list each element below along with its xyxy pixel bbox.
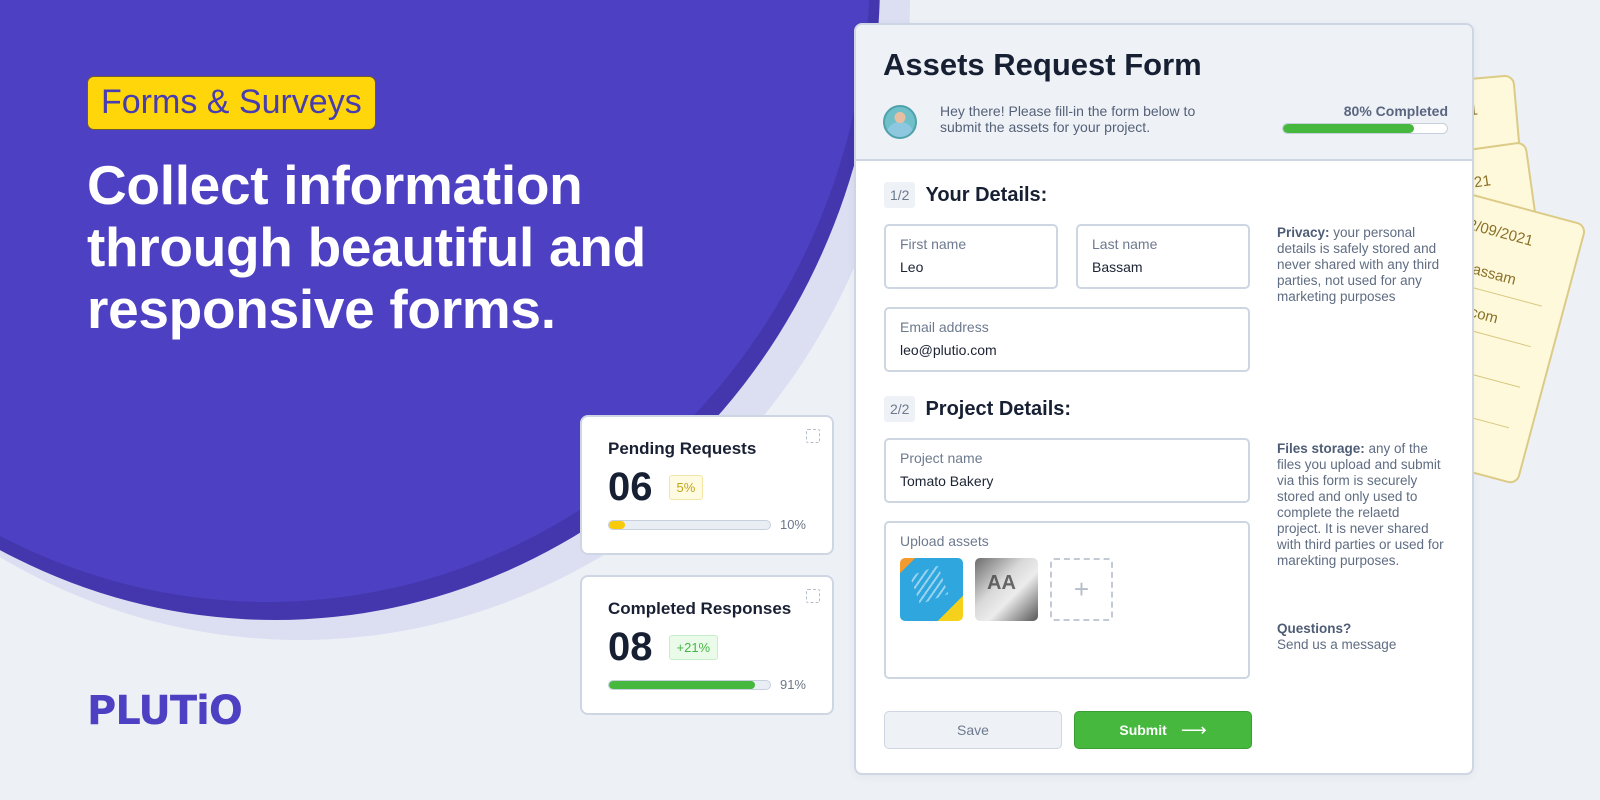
field-label: Last name <box>1092 236 1158 252</box>
submit-button[interactable]: Submit ⟶ <box>1074 711 1252 749</box>
project-name-input[interactable] <box>900 473 1234 489</box>
stat-progress-label: 10% <box>779 517 806 532</box>
note-heading: Questions? <box>1277 621 1352 636</box>
step-chip: 1/2 <box>884 182 916 208</box>
note-heading: Files storage: <box>1277 441 1365 456</box>
plus-icon: + <box>1073 574 1090 604</box>
asset-thumbnails: + <box>900 558 1234 621</box>
form-progress-bar <box>1282 123 1448 134</box>
stat-value: 08 <box>608 625 653 669</box>
field-label: Project name <box>900 450 983 466</box>
email-input[interactable] <box>900 342 1234 358</box>
category-badge: Forms & Surveys <box>87 76 376 130</box>
first-name-input[interactable] <box>900 259 1042 275</box>
expand-icon[interactable] <box>806 589 820 603</box>
hero: Forms & Surveys Collect information thro… <box>87 76 647 340</box>
add-asset-button[interactable]: + <box>1050 558 1113 621</box>
section-title: Your Details: <box>925 183 1048 206</box>
note-heading: Privacy: <box>1277 225 1330 240</box>
field-label: Email address <box>900 319 989 335</box>
form-intro: Hey there! Please fill-in the form below… <box>940 103 1196 135</box>
project-name-field[interactable]: Project name <box>884 438 1250 503</box>
stat-progress-fill <box>609 680 756 689</box>
headline: Collect information through beautiful an… <box>87 154 647 340</box>
field-label: Upload assets <box>900 533 989 549</box>
stat-title: Pending Requests <box>608 439 757 458</box>
avatar <box>883 105 917 139</box>
storage-note: Files storage: any of the files you uplo… <box>1277 441 1447 569</box>
save-label: Save <box>957 722 989 738</box>
paper-text: 2/09/2021 <box>1466 216 1535 250</box>
form-title: Assets Request Form <box>883 47 1202 82</box>
last-name-field[interactable]: Last name <box>1076 224 1250 289</box>
headline-line: responsive forms. <box>87 278 556 340</box>
note-text: any of the files you upload and submit v… <box>1277 441 1444 568</box>
pending-requests-card: Pending Requests 06 5% 10% <box>580 415 834 555</box>
headline-line: through beautiful and <box>87 216 646 278</box>
stat-progress-bar <box>608 519 771 530</box>
asset-thumbnail[interactable] <box>900 558 963 621</box>
send-message-link[interactable]: Send us a message <box>1277 637 1396 652</box>
field-label: First name <box>900 236 967 252</box>
last-name-input[interactable] <box>1092 259 1234 275</box>
asset-thumbnail[interactable] <box>975 558 1038 621</box>
stat-progress-bar <box>608 679 771 690</box>
stat-title: Completed Responses <box>608 599 792 618</box>
questions-note: Questions? Send us a message <box>1277 621 1447 653</box>
email-field[interactable]: Email address <box>884 307 1250 372</box>
upload-assets-field: Upload assets + <box>884 521 1250 679</box>
stat-change-badge: +21% <box>668 634 719 660</box>
step-chip: 2/2 <box>884 396 916 422</box>
plutio-logo: PLUTiO <box>87 688 243 734</box>
form-progress-fill <box>1283 124 1415 133</box>
stat-progress-label: 91% <box>779 677 806 692</box>
stat-value: 06 <box>608 465 653 509</box>
assets-request-form: Assets Request Form Hey there! Please fi… <box>854 23 1474 775</box>
completed-responses-card: Completed Responses 08 +21% 91% <box>580 575 834 715</box>
headline-line: Collect information <box>87 154 583 216</box>
section-title: Project Details: <box>925 397 1072 420</box>
privacy-note: Privacy: your personal details is safely… <box>1277 225 1447 305</box>
section-project-details: 2/2 Project Details: <box>884 396 1071 422</box>
save-button[interactable]: Save <box>884 711 1062 749</box>
arrow-right-icon: ⟶ <box>1180 719 1207 740</box>
stat-progress-fill <box>609 520 626 529</box>
expand-icon[interactable] <box>806 429 820 443</box>
section-your-details: 1/2 Your Details: <box>884 182 1047 208</box>
form-progress-label: 80% Completed <box>1343 103 1448 119</box>
first-name-field[interactable]: First name <box>884 224 1058 289</box>
form-header: Assets Request Form Hey there! Please fi… <box>856 25 1472 161</box>
stat-change-badge: 5% <box>668 474 704 500</box>
submit-label: Submit <box>1119 722 1167 738</box>
